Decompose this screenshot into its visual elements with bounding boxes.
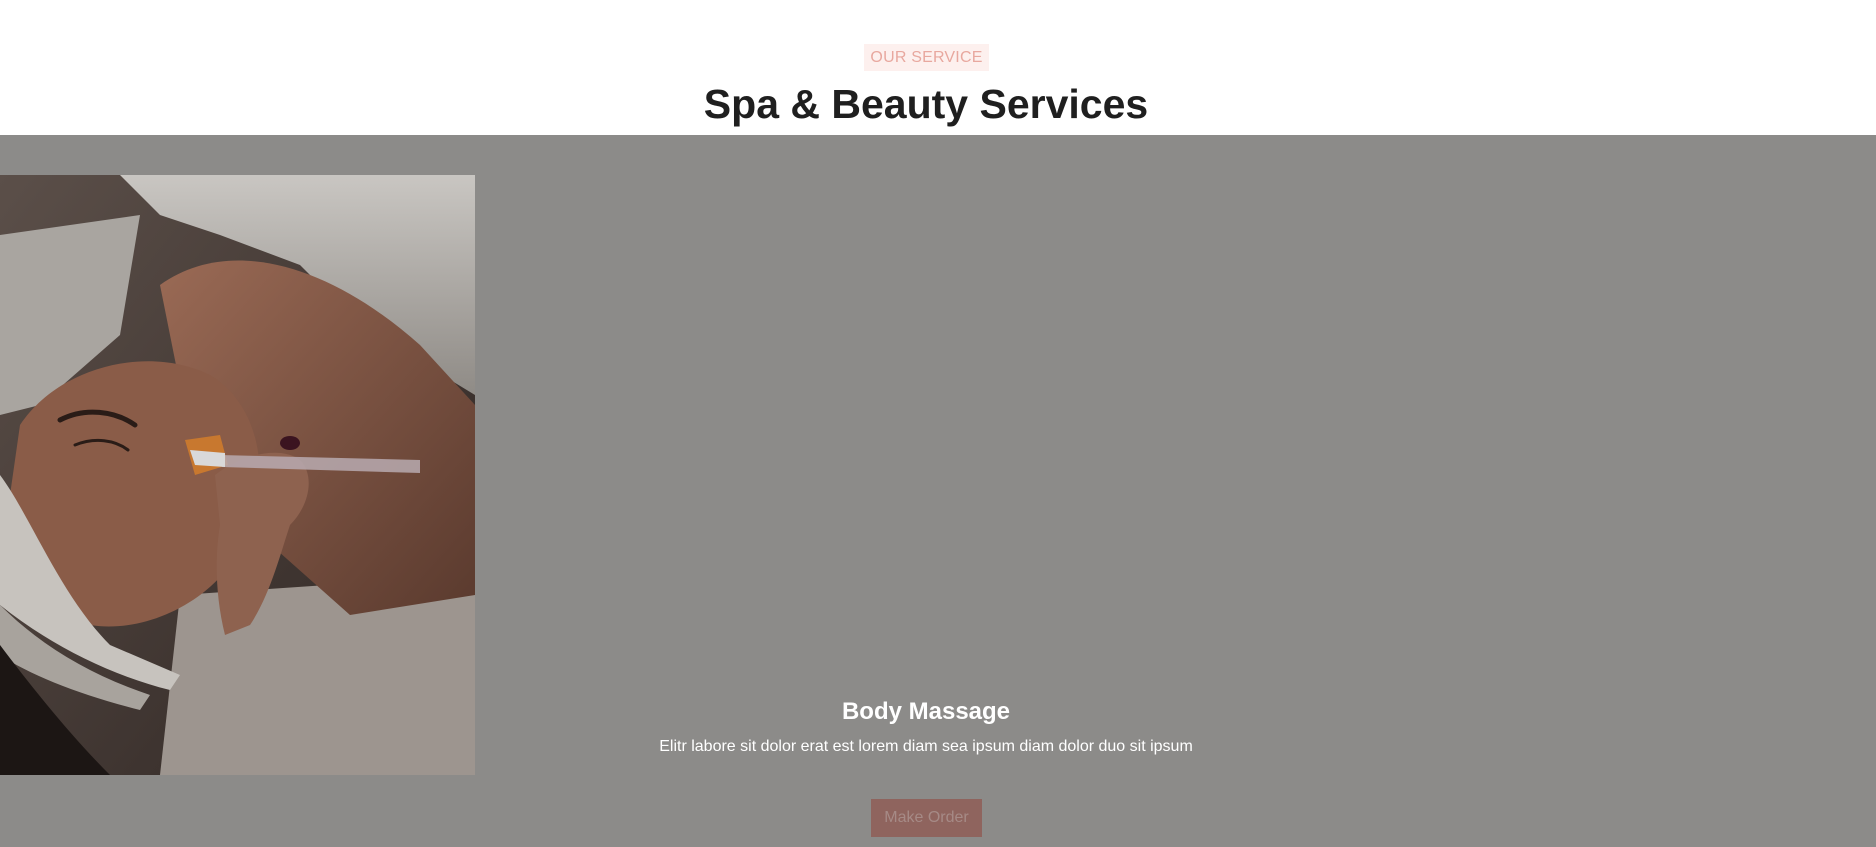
service-image	[0, 175, 475, 775]
service-carousel: Body Massage Elitr labore sit dolor erat…	[0, 135, 1876, 847]
service-title: Body Massage	[841, 698, 1011, 725]
page: OUR SERVICE Spa & Beauty Services Body M…	[0, 0, 1876, 847]
service-description: Elitr labore sit dolor erat est lorem di…	[659, 738, 1193, 755]
make-order-button[interactable]: Make Order	[871, 799, 982, 837]
section-header: OUR SERVICE Spa & Beauty Services	[0, 0, 1876, 135]
section-eyebrow: OUR SERVICE	[864, 44, 989, 71]
facial-treatment-illustration	[0, 175, 475, 775]
page-title: Spa & Beauty Services	[703, 81, 1149, 127]
